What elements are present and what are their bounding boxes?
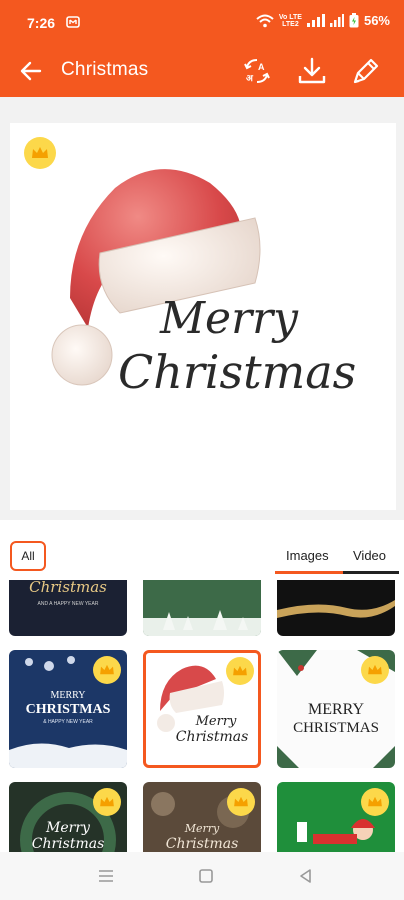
tab-indicator-inactive bbox=[343, 571, 399, 574]
back-arrow-icon[interactable] bbox=[17, 57, 45, 85]
translate-icon[interactable]: A अ bbox=[241, 55, 273, 87]
tile-title-2: CHRISTMAS bbox=[26, 702, 111, 717]
crown-icon bbox=[361, 656, 389, 684]
crown-icon bbox=[226, 657, 254, 685]
svg-text:A: A bbox=[258, 62, 265, 72]
preview-greeting-1: Merry bbox=[159, 293, 299, 344]
app-bar: Christmas A अ bbox=[0, 44, 404, 97]
crown-icon bbox=[93, 656, 121, 684]
tile-title: Merry bbox=[184, 822, 220, 835]
crown-icon bbox=[93, 788, 121, 816]
download-icon[interactable] bbox=[296, 55, 328, 87]
signal-icon-2 bbox=[329, 14, 344, 27]
battery-percent: 56% bbox=[363, 13, 390, 28]
tile-title: MERRY bbox=[308, 701, 364, 718]
edit-pen-icon[interactable] bbox=[350, 55, 382, 87]
status-time: 7:26 bbox=[27, 15, 56, 31]
tile-title: Merry bbox=[195, 714, 237, 729]
filter-all-chip[interactable]: All bbox=[10, 541, 46, 571]
preview-image[interactable]: Merry Christmas bbox=[10, 123, 396, 510]
crown-icon bbox=[227, 788, 255, 816]
top-bar: 7:26 Vo LTE LTE2 56% Christmas A अ bbox=[0, 0, 404, 97]
status-bar: 7:26 Vo LTE LTE2 56% bbox=[0, 0, 404, 44]
tile-title: Christmas bbox=[29, 580, 107, 596]
tile-title: Merry bbox=[45, 820, 91, 836]
template-tile-selected[interactable]: Merry Christmas bbox=[143, 650, 261, 768]
page-title: Christmas bbox=[61, 59, 149, 80]
template-tile[interactable] bbox=[143, 580, 261, 636]
message-icon bbox=[66, 16, 80, 28]
system-nav-bar bbox=[0, 852, 404, 900]
template-grid: Christmas AND A HAPPY NEW YEAR MERRY CHR… bbox=[0, 580, 404, 852]
svg-text:अ: अ bbox=[246, 73, 254, 83]
tile-title-2: Christmas bbox=[176, 729, 249, 745]
santa-hat-illustration: Merry Christmas bbox=[51, 169, 356, 399]
filter-row: All Images Video bbox=[0, 520, 404, 580]
back-nav-icon[interactable] bbox=[296, 866, 316, 886]
tile-title-2: Christmas bbox=[32, 836, 105, 852]
tile-subtitle: AND A HAPPY NEW YEAR bbox=[38, 601, 99, 607]
template-tile[interactable] bbox=[277, 782, 395, 852]
lte-bottom: LTE2 bbox=[282, 20, 299, 28]
tile-title: MERRY bbox=[50, 690, 85, 701]
lte-indicator: Vo LTE LTE2 bbox=[279, 14, 302, 28]
tile-title-2: CHRISTMAS bbox=[293, 720, 379, 736]
preview-greeting-2: Christmas bbox=[118, 345, 356, 399]
crown-icon bbox=[361, 788, 389, 816]
tab-images[interactable]: Images bbox=[286, 548, 329, 563]
menu-nav-icon[interactable] bbox=[96, 866, 116, 886]
battery-icon bbox=[349, 13, 359, 28]
template-tile[interactable]: Christmas AND A HAPPY NEW YEAR bbox=[9, 580, 127, 636]
tab-indicator-active bbox=[275, 571, 343, 574]
tile-subtitle: & HAPPY NEW YEAR bbox=[43, 719, 93, 725]
home-nav-icon[interactable] bbox=[196, 866, 216, 886]
template-tile[interactable]: MERRY CHRISTMAS & HAPPY NEW YEAR bbox=[9, 650, 127, 768]
template-tile[interactable]: Merry Christmas bbox=[9, 782, 127, 852]
lte-top: Vo LTE bbox=[278, 13, 302, 21]
tile-title-2: Christmas bbox=[166, 836, 239, 852]
tab-video[interactable]: Video bbox=[353, 548, 386, 563]
wifi-icon bbox=[256, 14, 274, 27]
signal-icon bbox=[306, 14, 325, 27]
template-tile[interactable]: Merry Christmas bbox=[143, 782, 261, 852]
template-tile[interactable]: MERRY CHRISTMAS bbox=[277, 650, 395, 768]
status-right: Vo LTE LTE2 56% bbox=[256, 13, 390, 28]
crown-icon bbox=[24, 137, 56, 169]
template-tile[interactable] bbox=[277, 580, 395, 636]
